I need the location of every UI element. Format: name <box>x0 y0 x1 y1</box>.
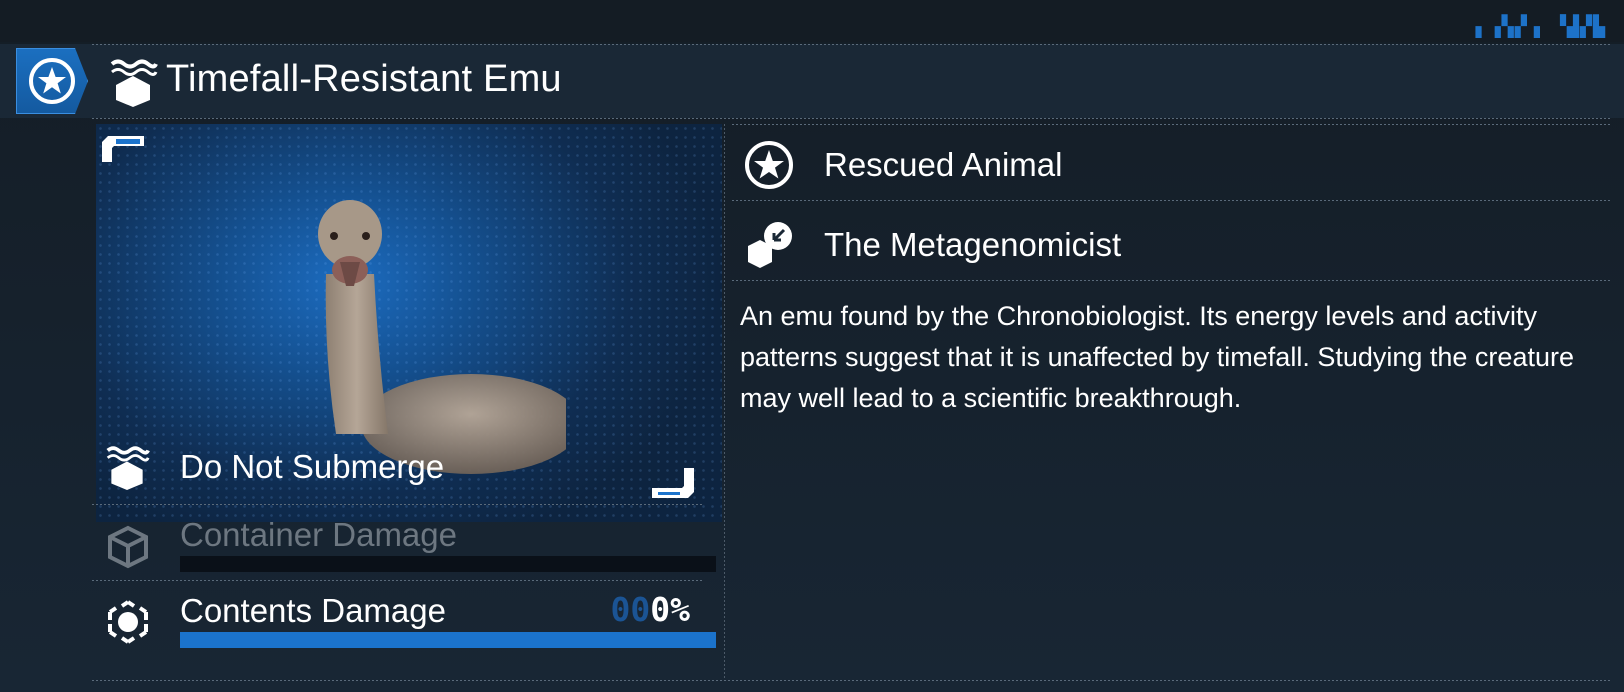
container-damage-label: Container Damage <box>180 516 457 553</box>
category-row: Rescued Animal <box>730 126 1610 202</box>
item-description: An emu found by the Chronobiologist. Its… <box>740 301 1574 413</box>
container-damage-row: Container Damage <box>96 510 722 586</box>
container-damage-bar <box>180 556 716 572</box>
corner-bracket-icon <box>102 136 144 162</box>
top-strip: ▖▗▚▞▗ ▝▟▞▙ <box>0 0 1624 42</box>
do-not-submerge-icon <box>110 59 158 107</box>
item-detail-screen: ▖▗▚▞▗ ▝▟▞▙ Timefall-Resistant Emu Do Not… <box>0 0 1624 692</box>
handling-label: Do Not Submerge <box>180 448 445 485</box>
divider <box>92 118 1612 119</box>
divider <box>732 124 1612 125</box>
vertical-divider <box>724 124 725 680</box>
item-title: Timefall-Resistant Emu <box>166 58 562 100</box>
category-badge <box>16 48 88 114</box>
star-circle-icon <box>745 141 793 189</box>
value-leading-zeros: 00 <box>610 590 651 629</box>
category-label: Rescued Animal <box>824 146 1063 183</box>
signal-indicator-icon: ▖▗▚▞▗ ▝▟▞▙ <box>1475 14 1606 38</box>
divider <box>732 280 1612 281</box>
contents-damage-value: 000% <box>611 590 691 629</box>
contents-damage-fill <box>180 632 716 648</box>
do-not-submerge-icon <box>106 446 150 490</box>
contents-target-icon <box>108 600 148 644</box>
client-row: The Metagenomicist <box>730 206 1610 282</box>
divider <box>92 580 704 581</box>
divider <box>92 680 1612 681</box>
contents-damage-row: Contents Damage 000% <box>96 586 722 662</box>
delivery-client-icon <box>748 222 792 268</box>
box-outline-icon <box>108 525 148 569</box>
client-label: The Metagenomicist <box>824 226 1122 263</box>
divider <box>92 44 1612 45</box>
value-digit: 0% <box>650 590 690 629</box>
contents-damage-label: Contents Damage <box>180 592 446 629</box>
star-circle-icon <box>29 58 75 104</box>
contents-damage-bar <box>180 632 716 648</box>
divider <box>92 504 704 505</box>
handling-row: Do Not Submerge <box>96 434 722 504</box>
divider <box>732 200 1612 201</box>
emu-image <box>318 200 566 474</box>
